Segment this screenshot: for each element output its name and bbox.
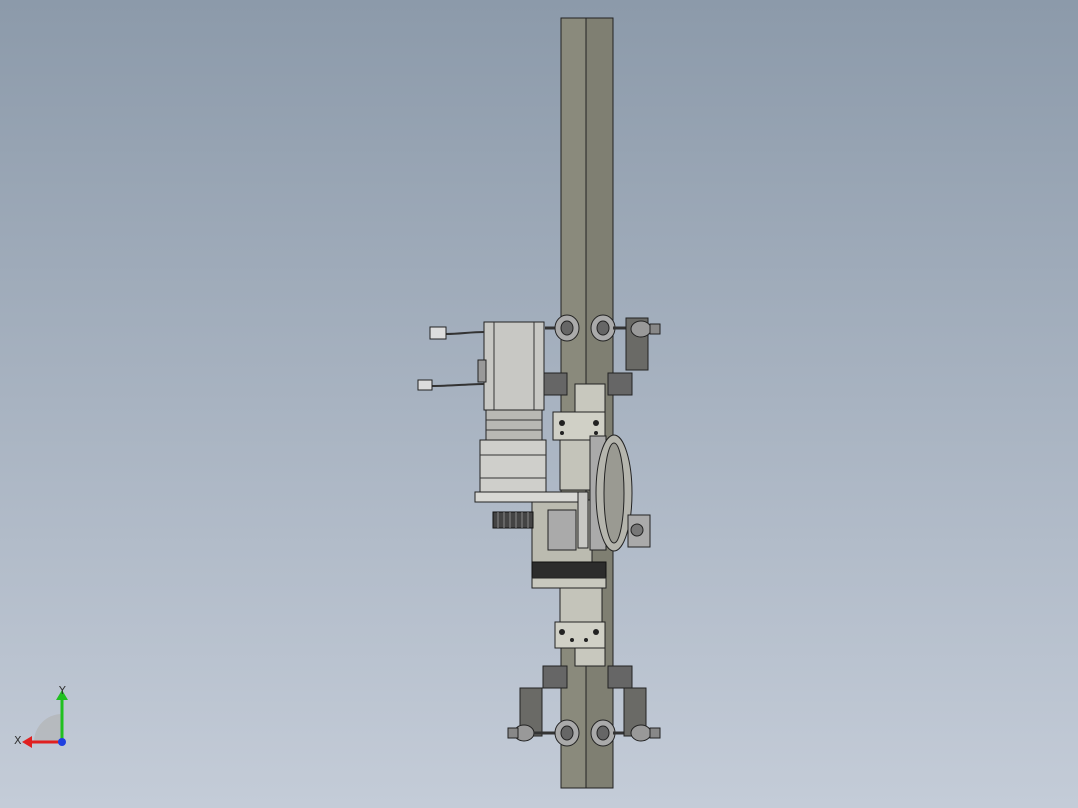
triad-plane bbox=[34, 714, 62, 742]
z-axis-dot bbox=[58, 738, 66, 746]
y-axis-label: Y bbox=[58, 684, 66, 697]
motor-cable-bottom[interactable] bbox=[417, 379, 485, 391]
cad-viewport[interactable]: Y X bbox=[0, 0, 1078, 808]
pinion-gear[interactable] bbox=[492, 511, 534, 529]
servo-motor[interactable] bbox=[477, 321, 545, 441]
timing-pulley[interactable] bbox=[589, 434, 651, 552]
x-axis-label: X bbox=[14, 734, 22, 747]
orientation-triad[interactable]: Y X bbox=[12, 684, 82, 754]
x-axis-head bbox=[22, 736, 32, 748]
motor-cable-top[interactable] bbox=[429, 326, 485, 340]
cad-model[interactable] bbox=[0, 0, 1078, 808]
